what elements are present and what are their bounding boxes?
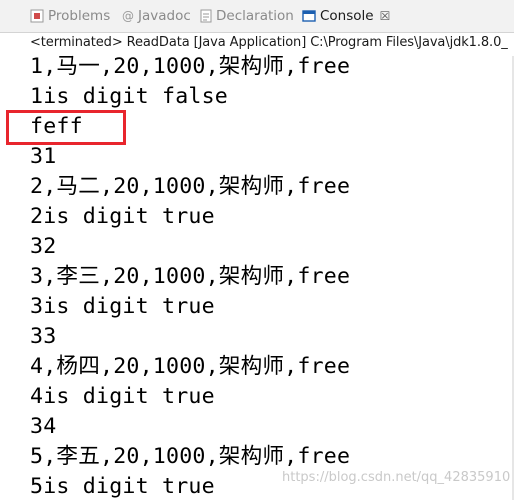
close-icon[interactable]: ☒: [380, 9, 391, 23]
tab-declaration[interactable]: Declaration: [200, 5, 294, 27]
console-line: 2is digit true: [30, 204, 215, 229]
console-line: 2,马二,20,1000,架构师,free: [30, 174, 351, 199]
console-line: 1,马一,20,1000,架构师,free: [30, 54, 351, 79]
console-line: 4,杨四,20,1000,架构师,free: [30, 354, 351, 379]
problems-icon: [30, 9, 44, 23]
tab-problems-label: Problems: [48, 8, 111, 24]
console-line: 5,李五,20,1000,架构师,free: [30, 444, 351, 469]
console-line: 4is digit true: [30, 384, 215, 409]
tab-javadoc-label: Javadoc: [138, 8, 191, 24]
highlight-box: [6, 110, 126, 145]
tab-declaration-label: Declaration: [216, 8, 294, 24]
watermark-text: https://blog.csdn.net/qq_42835910: [282, 470, 511, 485]
view-tab-bar: Problems @ Javadoc Declaration Console ☒: [0, 0, 514, 33]
console-line: 31: [30, 144, 57, 169]
console-line: 5is digit true: [30, 474, 215, 499]
javadoc-icon: @: [122, 9, 134, 23]
console-line: 32: [30, 234, 57, 259]
tab-console[interactable]: Console ☒: [302, 5, 390, 27]
declaration-icon: [200, 9, 212, 23]
tab-problems[interactable]: Problems: [30, 5, 110, 27]
console-line: 33: [30, 324, 57, 349]
console-line: 3is digit true: [30, 294, 215, 319]
console-line: 34: [30, 414, 57, 439]
console-line: 1is digit false: [30, 84, 229, 109]
tab-javadoc[interactable]: @ Javadoc: [122, 5, 191, 27]
tab-console-label: Console: [320, 8, 374, 24]
svg-text:@: @: [122, 9, 134, 23]
console-icon: [302, 9, 316, 23]
console-line: 3,李三,20,1000,架构师,free: [30, 264, 351, 289]
